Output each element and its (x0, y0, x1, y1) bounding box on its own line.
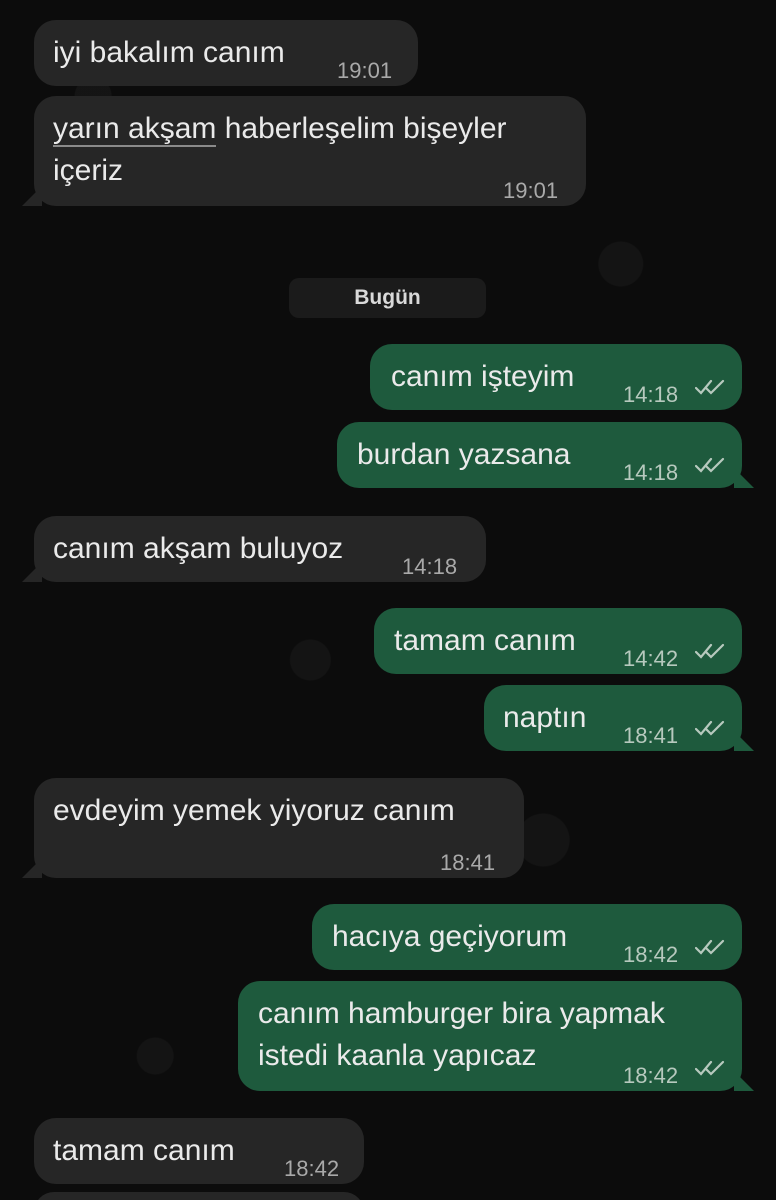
message-outgoing[interactable]: naptın 18:41 (484, 685, 754, 751)
message-time: 18:41 (623, 723, 679, 748)
message-outgoing[interactable]: hacıya geçiyorum 18:42 (312, 904, 742, 970)
message-time: 18:42 (284, 1156, 340, 1181)
message-outgoing[interactable]: burdan yazsana 14:18 (337, 422, 754, 488)
message-time: 18:42 (623, 942, 679, 967)
message-time: 14:18 (623, 382, 679, 407)
double-check-icon (695, 939, 725, 955)
message-time: 19:01 (337, 58, 393, 83)
message-time: 18:42 (623, 1063, 679, 1088)
message-text: canım akşam buluyoz (53, 532, 344, 565)
message-text: naptın (503, 701, 587, 734)
message-time: 14:18 (402, 554, 458, 579)
message-time: 19:01 (503, 178, 559, 203)
message-time: 14:42 (623, 646, 679, 671)
message-outgoing[interactable]: canım işteyim 14:18 (370, 344, 742, 410)
message-incoming[interactable]: yarın akşam haberleşelim bişeyler içeriz… (22, 96, 586, 206)
message-incoming[interactable]: tamam canım 18:42 (34, 1118, 364, 1184)
double-check-icon (695, 457, 725, 473)
message-text: hacıya geçiyorum (332, 920, 568, 953)
message-time: 14:18 (623, 460, 679, 485)
message-text: burdan yazsana (357, 438, 571, 471)
message-text-line-1: yarın akşam haberleşelim bişeyler (53, 112, 507, 147)
double-check-icon (695, 1060, 725, 1076)
message-text: iyi bakalım canım (53, 36, 285, 69)
message-incoming-partial[interactable] (34, 1192, 364, 1200)
message-incoming[interactable]: evdeyim yemek yiyoruz canım 18:41 (22, 778, 524, 878)
message-text-line-2: istedi kaanla yapıcaz (258, 1039, 537, 1072)
message-incoming[interactable]: canım akşam buluyoz 14:18 (22, 516, 486, 582)
date-separator: Bugün (289, 278, 486, 318)
message-text: canım işteyim (391, 360, 575, 393)
message-text-line-1: canım hamburger bira yapmak (258, 997, 665, 1030)
message-time: 18:41 (440, 850, 496, 875)
link-text[interactable]: yarın akşam (53, 112, 217, 147)
double-check-icon (695, 643, 725, 659)
double-check-icon (695, 720, 725, 736)
message-text: evdeyim yemek yiyoruz canım (53, 794, 455, 827)
message-text: tamam canım (53, 1134, 235, 1167)
message-outgoing[interactable]: canım hamburger bira yapmak istedi kaanl… (238, 981, 754, 1091)
message-text: tamam canım (394, 624, 576, 657)
double-check-icon (695, 379, 725, 395)
message-outgoing[interactable]: tamam canım 14:42 (374, 608, 742, 674)
message-incoming[interactable]: iyi bakalım canım 19:01 (34, 20, 418, 86)
chat-thread[interactable]: iyi bakalım canım 19:01 yarın akşam habe… (0, 0, 776, 1200)
message-text-line-2: içeriz (53, 154, 124, 187)
